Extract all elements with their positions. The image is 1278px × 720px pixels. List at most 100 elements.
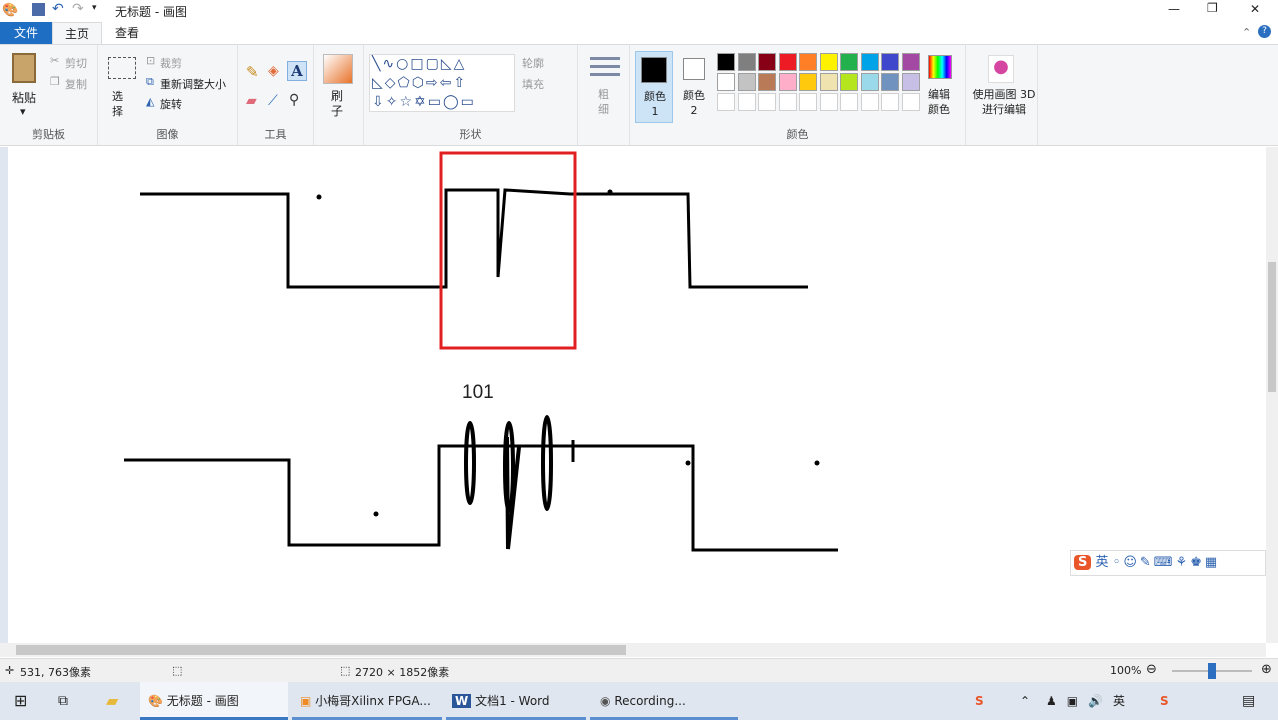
ime-toolbar[interactable]: S 英 ◦☺✎⌨⚘♚▦ — [1070, 550, 1266, 576]
zoom-out-button[interactable]: ⊖ — [1146, 662, 1157, 677]
outline-button[interactable]: 轮廓 — [522, 55, 544, 71]
shapes-gallery[interactable]: ╲∿○□▢◺△ ◺◇⬠⬡⇨⇦⇧ ⇩✧☆✡▭◯▭ — [369, 54, 515, 112]
sogou-tray-icon[interactable]: S — [975, 682, 984, 720]
palette-swatch[interactable] — [778, 93, 797, 111]
magnifier-icon[interactable]: ⚲ — [289, 92, 299, 108]
text-tool-icon[interactable]: A — [287, 61, 307, 81]
redo-icon[interactable]: ↷ — [72, 1, 84, 17]
palette-swatch[interactable] — [758, 93, 776, 111]
palette-swatch[interactable] — [799, 53, 817, 71]
tray-icons[interactable]: ♟▣🔊英 — [1046, 682, 1135, 720]
palette-swatch[interactable] — [860, 93, 879, 111]
size-button[interactable]: 粗细 — [598, 87, 612, 117]
color-picker-icon[interactable]: ⟋ — [268, 93, 278, 109]
recorder-icon: ◉ — [600, 694, 611, 708]
tab-home[interactable]: 主页 — [52, 22, 102, 44]
canvas-text: 101 — [462, 382, 494, 403]
palette-swatch[interactable] — [737, 53, 756, 71]
fill-icon[interactable]: ◈ — [268, 63, 279, 79]
palette-swatch[interactable] — [799, 73, 817, 91]
palette-swatch[interactable] — [778, 73, 797, 91]
action-center-icon[interactable]: ▤ — [1242, 682, 1255, 720]
palette-swatch[interactable] — [840, 73, 858, 91]
palette-swatch[interactable] — [860, 53, 879, 71]
line-size-icon[interactable] — [590, 57, 620, 81]
palette-swatch[interactable] — [860, 73, 879, 91]
resize-button[interactable]: 重新调整大小 — [160, 76, 226, 92]
start-button-icon[interactable]: ⊞ — [14, 682, 27, 720]
tab-file[interactable]: 文件 — [0, 22, 52, 44]
palette-swatch[interactable] — [901, 73, 920, 91]
palette-swatch[interactable] — [881, 73, 899, 91]
horizontal-scrollbar[interactable] — [0, 643, 1266, 657]
help-icon[interactable]: ? — [1258, 25, 1271, 38]
palette-swatch[interactable] — [901, 93, 920, 111]
paint3d-button[interactable]: 使用画图 3D 进行编辑 — [972, 87, 1036, 117]
color1-button[interactable]: 颜色 1 — [635, 51, 673, 123]
palette-swatch[interactable] — [840, 53, 858, 71]
taskbar-item-paint[interactable]: 🎨 无标题 - 画图 — [140, 682, 288, 720]
brush-icon[interactable] — [323, 54, 353, 84]
vertical-scrollbar[interactable] — [1266, 147, 1278, 643]
palette-swatch[interactable] — [717, 53, 735, 71]
drawing-canvas[interactable]: 101 S 英 ◦☺✎⌨⚘♚▦ — [0, 147, 1266, 643]
taskbar-item-recording[interactable]: ◉ Recording... — [590, 682, 738, 720]
customize-toolbar-icon[interactable]: ▾ — [92, 3, 97, 13]
ime-tool-icons[interactable]: ◦☺✎⌨⚘♚▦ — [1113, 555, 1220, 570]
task-view-icon[interactable]: ⧉ — [58, 682, 68, 720]
copy-button[interactable]: 复制 — [65, 76, 87, 92]
palette-swatch[interactable] — [758, 53, 776, 71]
file-explorer-icon[interactable]: ▰ — [106, 682, 118, 720]
paste-button[interactable]: 粘贴 — [12, 89, 36, 106]
paint3d-icon[interactable]: ● — [988, 55, 1014, 83]
undo-icon[interactable]: ↶ — [52, 1, 64, 17]
palette-swatch[interactable] — [901, 53, 920, 71]
taskbar-item-word[interactable]: W 文档1 - Word — [446, 682, 586, 720]
window-title: 无标题 - 画图 — [115, 5, 187, 19]
save-icon[interactable] — [32, 3, 45, 16]
palette-swatch[interactable] — [737, 93, 756, 111]
palette-swatch[interactable] — [819, 73, 838, 91]
palette-swatch[interactable] — [717, 73, 735, 91]
palette-swatch[interactable] — [717, 93, 735, 111]
palette-swatch[interactable] — [758, 73, 776, 91]
select-icon[interactable] — [108, 57, 136, 79]
horizontal-scroll-thumb[interactable] — [16, 645, 626, 655]
close-button[interactable]: ✕ — [1250, 2, 1260, 16]
collapse-ribbon-icon[interactable]: ⌃ — [1242, 26, 1251, 39]
select-button[interactable]: 选择 — [112, 89, 126, 119]
palette-swatch[interactable] — [881, 93, 899, 111]
paste-icon[interactable] — [12, 53, 36, 83]
palette-swatch[interactable] — [840, 93, 858, 111]
palette-swatch[interactable] — [819, 93, 838, 111]
vertical-scroll-thumb[interactable] — [1268, 262, 1276, 392]
zoom-slider-thumb[interactable] — [1208, 663, 1216, 679]
color2-button[interactable]: 颜色 2 — [677, 51, 713, 123]
edit-colors-button[interactable]: 编辑颜色 — [928, 87, 954, 117]
rotate-button[interactable]: 旋转 — [160, 96, 182, 112]
cut-button[interactable]: 剪切 — [65, 55, 87, 71]
minimize-button[interactable]: — — [1168, 2, 1180, 16]
color2-swatch — [683, 58, 705, 80]
crop-button[interactable]: 裁剪 — [160, 55, 182, 71]
fill-button[interactable]: 填充 — [522, 76, 544, 92]
ime-language[interactable]: 英 — [1096, 555, 1109, 570]
tools-label: 工具 — [264, 128, 287, 141]
palette-swatch[interactable] — [799, 93, 817, 111]
show-hidden-icons[interactable]: ⌃ — [1020, 682, 1030, 720]
palette-swatch[interactable] — [819, 53, 838, 71]
sogou-ime-icon[interactable]: S — [1160, 682, 1169, 720]
pencil-icon[interactable]: ✎ — [246, 63, 259, 81]
restore-button[interactable]: ❐ — [1207, 1, 1218, 15]
palette-swatch[interactable] — [737, 73, 756, 91]
zoom-in-button[interactable]: ⊕ — [1261, 662, 1272, 677]
crop-icon: ⊡ — [146, 54, 156, 67]
brushes-button[interactable]: 刷子 — [331, 89, 347, 119]
tab-view[interactable]: 查看 — [104, 22, 150, 44]
palette-swatch[interactable] — [778, 53, 797, 71]
palette-swatch[interactable] — [881, 53, 899, 71]
brushes-group: 刷子 — [314, 45, 364, 145]
eraser-icon[interactable]: ▰ — [246, 93, 257, 109]
taskbar-item-browser[interactable]: ▣ 小梅哥Xilinx FPGA... — [292, 682, 442, 720]
edit-colors-icon[interactable] — [928, 55, 952, 79]
